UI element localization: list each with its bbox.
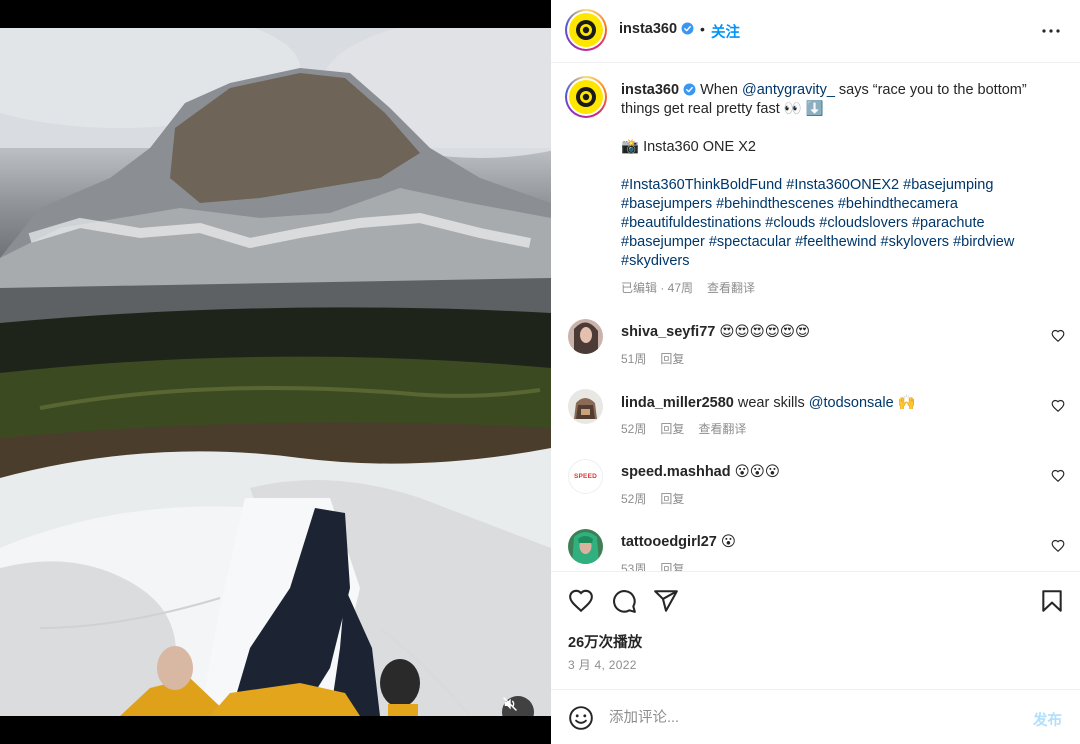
add-comment-bar: 发布	[551, 689, 1080, 744]
see-translation-link[interactable]: 查看翻译	[698, 422, 746, 436]
post-comment-button[interactable]: 发布	[1033, 709, 1062, 730]
comment-text: speed.mashhad 😮😮😮	[621, 464, 780, 480]
comment-item: SPEED speed.mashhad 😮😮😮 52周 回复	[551, 459, 1080, 519]
comment-like-heart-icon[interactable]	[1051, 329, 1065, 343]
emoji-icon[interactable]	[568, 705, 594, 731]
verified-badge-icon	[683, 83, 696, 96]
reply-button[interactable]: 回复	[660, 352, 684, 366]
caption-text-start: When	[700, 82, 742, 98]
comment-like-heart-icon[interactable]	[1051, 469, 1065, 483]
reply-button[interactable]: 回复	[660, 562, 684, 571]
share-icon[interactable]	[653, 588, 679, 614]
caption-camera-line: 📸 Insta360 ONE X2	[621, 139, 756, 155]
comment-meta: 52周 回复 查看翻译	[621, 420, 760, 437]
mute-icon	[503, 697, 517, 711]
comment-time: 51周	[621, 352, 647, 366]
header-separator: •	[700, 21, 705, 37]
caption-meta: 已编辑 · 47周 查看翻译	[621, 279, 1051, 298]
insta360-logo-icon	[576, 87, 596, 107]
reply-button[interactable]: 回复	[660, 492, 684, 506]
header-username[interactable]: insta360	[619, 21, 694, 37]
comment-time: 53周	[621, 562, 647, 571]
post-caption: insta360 When @antygravity_ says “race y…	[621, 81, 1051, 298]
comment-username[interactable]: tattooedgirl27	[621, 534, 717, 550]
post-media	[0, 0, 551, 744]
user-photo-avatar	[568, 529, 603, 564]
comment-avatar[interactable]: SPEED	[568, 459, 603, 494]
comment-content: 😍😍😍😍😍😍	[719, 324, 811, 340]
caption-mention-link[interactable]: @antygravity_	[742, 82, 835, 98]
more-options-icon[interactable]	[1039, 19, 1063, 43]
header-avatar[interactable]	[565, 9, 607, 51]
comment-username[interactable]: speed.mashhad	[621, 464, 731, 480]
post-actions: 26万次播放 3 月 4, 2022	[551, 571, 1080, 689]
comment-content: wear skills	[737, 395, 809, 411]
video-frame-illustration	[0, 28, 551, 716]
comment-meta: 53周 回复	[621, 560, 698, 571]
speed-logo-text: SPEED	[573, 473, 598, 480]
comment-meta: 51周 回复	[621, 350, 698, 367]
comment-text: tattooedgirl27 😮	[621, 534, 736, 550]
video-player[interactable]	[0, 28, 551, 716]
heart-icon[interactable]	[568, 588, 594, 614]
comment-content-end: 🙌	[893, 395, 916, 411]
see-translation-link[interactable]: 查看翻译	[707, 281, 755, 295]
comment-item: linda_miller2580 wear skills @todsonsale…	[551, 389, 1080, 449]
comment-input[interactable]	[609, 704, 1009, 732]
comment-username[interactable]: linda_miller2580	[621, 395, 734, 411]
comment-meta: 52周 回复	[621, 490, 698, 507]
caption-username[interactable]: insta360	[621, 82, 679, 98]
comment-content: 😮😮😮	[734, 464, 780, 480]
comment-username[interactable]: shiva_seyfi77	[621, 324, 715, 340]
play-count[interactable]: 26万次播放	[568, 631, 642, 652]
post-date: 3 月 4, 2022	[568, 658, 637, 672]
comment-like-heart-icon[interactable]	[1051, 399, 1065, 413]
bookmark-icon[interactable]	[1039, 588, 1065, 614]
comment-text: linda_miller2580 wear skills @todsonsale…	[621, 394, 916, 411]
post-header: insta360 • 关注	[551, 0, 1080, 63]
comment-time: 52周	[621, 422, 647, 436]
caption-avatar[interactable]	[565, 76, 607, 118]
comment-time: 52周	[621, 492, 647, 506]
caption-edited-time: 已编辑 · 47周	[621, 281, 694, 295]
comment-avatar[interactable]	[568, 529, 603, 564]
user-photo-avatar	[568, 389, 603, 424]
user-photo-avatar	[568, 319, 603, 354]
comment-like-heart-icon[interactable]	[1051, 539, 1065, 553]
comment-avatar[interactable]	[568, 389, 603, 424]
comment-avatar[interactable]	[568, 319, 603, 354]
comment-content: 😮	[720, 534, 737, 550]
comment-item: shiva_seyfi77 😍😍😍😍😍😍 51周 回复	[551, 319, 1080, 379]
insta360-logo-icon	[576, 20, 596, 40]
comments-scroll-area[interactable]: insta360 When @antygravity_ says “race y…	[551, 64, 1080, 571]
comment-item: tattooedgirl27 😮 53周 回复	[551, 529, 1080, 571]
comment-mention-link[interactable]: @todsonsale	[809, 395, 894, 411]
reply-button[interactable]: 回复	[660, 422, 684, 436]
follow-button[interactable]: 关注	[711, 21, 740, 42]
caption-hashtags[interactable]: #Insta360ThinkBoldFund #Insta360ONEX2 #b…	[621, 176, 1051, 271]
verified-badge-icon	[681, 22, 694, 35]
comment-icon[interactable]	[611, 588, 637, 614]
comment-text: shiva_seyfi77 😍😍😍😍😍😍	[621, 324, 810, 340]
post-details-panel: insta360 • 关注 insta360 When @antygravity…	[551, 0, 1080, 744]
